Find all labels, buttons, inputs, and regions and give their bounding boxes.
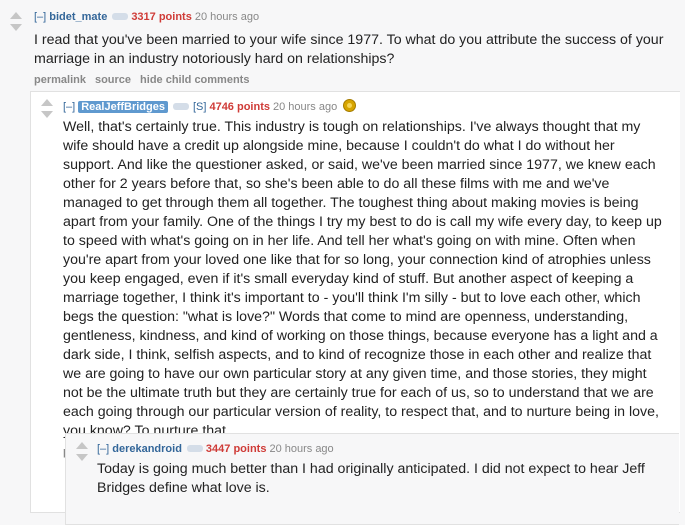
comment-content: [–] RealJeffBridges [S] 4746 points 20 hours… — [63, 99, 669, 458]
vote-arrows — [39, 99, 55, 118]
collapse-toggle[interactable]: [–] — [34, 11, 46, 23]
comment-content: [–] bidet_mate 3317 points 20 hours ago I r… — [34, 10, 680, 86]
speaker-tag[interactable]: [S] — [193, 101, 206, 113]
comment-body: Well, that's certainly true. This indust… — [63, 119, 662, 439]
timestamp: 20 hours ago — [272, 101, 338, 113]
source-button[interactable]: source — [95, 74, 131, 86]
child-comment-container: [–] RealJeffBridges [S] 4746 points 20 hours… — [30, 91, 680, 525]
timestamp: 20 hours ago — [269, 443, 334, 455]
hide-child-comments-button[interactable]: hide child comments — [140, 74, 249, 86]
upvote-arrow-icon[interactable] — [10, 12, 22, 19]
comment-tagline: [–] derekandroid 3447 points 20 hours ago — [97, 442, 664, 456]
comment-tagline: [–] bidet_mate 3317 points 20 hours ago — [34, 10, 680, 24]
grandchild-comment-container: [–] derekandroid 3447 points 20 hours ago T… — [65, 433, 679, 525]
comment-top-level: [–] bidet_mate 3317 points 20 hours ago I r… — [8, 10, 680, 86]
score: 3447 points — [205, 443, 267, 455]
user-flair-icon — [186, 444, 203, 452]
comment-body: Today is going much better than I had or… — [97, 461, 645, 496]
comment-tagline: [–] RealJeffBridges [S] 4746 points 20 hours… — [63, 99, 669, 114]
collapse-toggle[interactable]: [–] — [63, 101, 75, 113]
comment-buttons: permalink source hide child comments — [34, 74, 680, 86]
downvote-arrow-icon[interactable] — [41, 111, 53, 118]
comment-content: [–] derekandroid 3447 points 20 hours ago T… — [97, 442, 664, 498]
reddit-gold-icon — [343, 99, 357, 112]
author-link-op[interactable]: RealJeffBridges — [78, 101, 168, 113]
timestamp: 20 hours ago — [194, 11, 260, 23]
score: 4746 points — [209, 101, 270, 113]
collapse-toggle[interactable]: [–] — [97, 443, 109, 455]
author-link[interactable]: bidet_mate — [49, 11, 107, 23]
upvote-arrow-icon[interactable] — [76, 442, 88, 449]
comment-body: I read that you've been married to your … — [34, 32, 664, 67]
comment-reply: [–] RealJeffBridges [S] 4746 points 20 hours… — [39, 99, 669, 458]
user-flair-icon — [112, 12, 129, 20]
user-flair-icon — [173, 102, 189, 110]
vote-arrows — [8, 12, 24, 31]
author-link[interactable]: derekandroid — [112, 443, 182, 455]
comment-nested-reply: [–] derekandroid 3447 points 20 hours ago T… — [74, 442, 664, 498]
vote-arrows — [74, 442, 90, 461]
score: 3317 points — [131, 11, 192, 23]
upvote-arrow-icon[interactable] — [41, 99, 53, 106]
downvote-arrow-icon[interactable] — [76, 454, 88, 461]
permalink-button[interactable]: permalink — [34, 74, 86, 86]
downvote-arrow-icon[interactable] — [10, 24, 22, 31]
